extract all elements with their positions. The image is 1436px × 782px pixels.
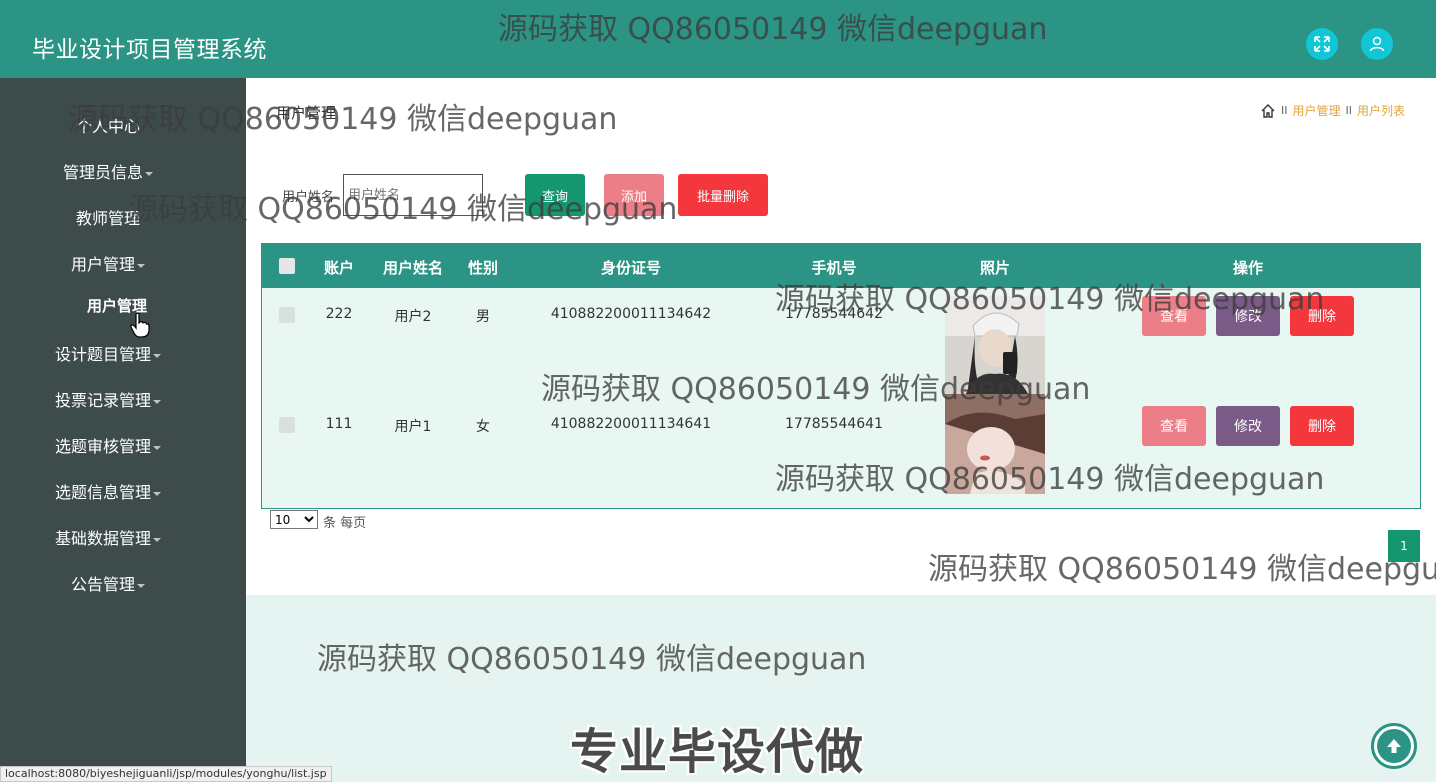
table-header: 账户 用户姓名 性别 身份证号 手机号 照片 操作 bbox=[262, 244, 1420, 288]
select-all-checkbox[interactable] bbox=[279, 258, 295, 274]
sidebar: 个人中心 管理员信息 教师管理 用户管理 用户管理 设计题目管理 投票记录管理 … bbox=[0, 78, 246, 782]
fullscreen-icon[interactable] bbox=[1306, 28, 1338, 60]
sidebar-item-user[interactable]: 用户管理 bbox=[0, 251, 216, 275]
query-button[interactable]: 查询 bbox=[525, 174, 585, 216]
row-checkbox[interactable] bbox=[279, 307, 295, 323]
sidebar-item-vote[interactable]: 投票记录管理 bbox=[0, 387, 216, 411]
hand-cursor-icon bbox=[130, 312, 150, 338]
breadcrumb-separator: II bbox=[1345, 104, 1352, 117]
sidebar-item-teacher[interactable]: 教师管理 bbox=[0, 205, 216, 229]
cell-account: 111 bbox=[325, 416, 353, 432]
breadcrumb-separator: II bbox=[1280, 104, 1288, 117]
breadcrumb-user-manage[interactable]: 用户管理 bbox=[1292, 102, 1340, 119]
page-size-select[interactable]: 10 bbox=[270, 510, 318, 529]
home-icon[interactable] bbox=[1260, 103, 1276, 119]
sidebar-subitem-user-manage[interactable]: 用户管理 bbox=[0, 295, 234, 316]
breadcrumb-user-list[interactable]: 用户列表 bbox=[1357, 102, 1405, 119]
breadcrumb: II 用户管理 II 用户列表 bbox=[1260, 102, 1405, 119]
col-account: 账户 bbox=[323, 259, 355, 277]
batch-delete-button[interactable]: 批量删除 bbox=[678, 174, 768, 216]
cell-account: 222 bbox=[325, 306, 353, 322]
cell-name: 用户1 bbox=[394, 419, 432, 435]
search-label: 用户姓名 bbox=[282, 190, 335, 205]
view-button[interactable]: 查看 bbox=[1142, 296, 1206, 336]
caret-down-icon bbox=[153, 353, 161, 358]
scroll-top-button[interactable] bbox=[1371, 723, 1417, 769]
caret-down-icon bbox=[153, 491, 161, 496]
view-button[interactable]: 查看 bbox=[1142, 406, 1206, 446]
delete-button[interactable]: 删除 bbox=[1290, 406, 1354, 446]
cell-phone: 17785544641 bbox=[785, 416, 883, 432]
watermark-banner: 专业毕设代做 bbox=[570, 724, 865, 780]
edit-button[interactable]: 修改 bbox=[1216, 296, 1280, 336]
sidebar-item-review[interactable]: 选题审核管理 bbox=[0, 433, 216, 457]
per-page-label: 条 每页 bbox=[323, 516, 367, 531]
delete-button[interactable]: 删除 bbox=[1290, 296, 1354, 336]
col-photo: 照片 bbox=[979, 259, 1011, 277]
sidebar-item-topic[interactable]: 设计题目管理 bbox=[0, 341, 216, 365]
row-checkbox[interactable] bbox=[279, 417, 295, 433]
edit-button[interactable]: 修改 bbox=[1216, 406, 1280, 446]
page-title: 用户管理 bbox=[276, 104, 337, 122]
col-actions: 操作 bbox=[1232, 259, 1264, 277]
main-panel: 用户管理 II 用户管理 II 用户列表 用户姓名 查询 添加 批量删除 账户 … bbox=[246, 78, 1436, 595]
cell-name: 用户2 bbox=[394, 309, 432, 325]
col-phone: 手机号 bbox=[811, 259, 857, 277]
watermark-text: 源码获取 QQ86050149 微信deepguan bbox=[317, 642, 867, 677]
top-navbar: 毕业设计项目管理系统 bbox=[0, 0, 1436, 78]
cell-id-card: 410882200011134641 bbox=[550, 416, 712, 432]
col-gender: 性别 bbox=[467, 259, 499, 277]
search-input[interactable] bbox=[343, 174, 483, 216]
sidebar-item-admin-info[interactable]: 管理员信息 bbox=[0, 159, 216, 183]
cell-gender: 女 bbox=[476, 419, 490, 435]
sidebar-item-notice[interactable]: 公告管理 bbox=[0, 571, 216, 595]
table-row: 222 用户2 男 410882200011134642 17785544642… bbox=[262, 288, 1420, 398]
caret-down-icon bbox=[137, 263, 145, 268]
sidebar-item-selection[interactable]: 选题信息管理 bbox=[0, 479, 216, 503]
caret-down-icon bbox=[153, 537, 161, 542]
page-button-current[interactable]: 1 bbox=[1388, 530, 1420, 562]
cell-id-card: 410882200011134642 bbox=[550, 306, 712, 322]
cell-gender: 男 bbox=[476, 309, 490, 325]
add-button[interactable]: 添加 bbox=[604, 174, 664, 216]
caret-down-icon bbox=[153, 445, 161, 450]
cell-phone: 17785544642 bbox=[785, 306, 883, 322]
app-title: 毕业设计项目管理系统 bbox=[32, 37, 267, 63]
user-icon[interactable] bbox=[1361, 28, 1393, 60]
caret-down-icon bbox=[145, 171, 153, 176]
caret-down-icon bbox=[137, 583, 145, 588]
sidebar-item-basic-data[interactable]: 基础数据管理 bbox=[0, 525, 216, 549]
arrow-up-icon bbox=[1377, 729, 1411, 763]
user-table: 账户 用户姓名 性别 身份证号 手机号 照片 操作 222 用户2 男 4108… bbox=[261, 243, 1421, 509]
caret-down-icon bbox=[153, 399, 161, 404]
col-name: 用户姓名 bbox=[382, 259, 444, 277]
sidebar-item-personal-center[interactable]: 个人中心 bbox=[0, 113, 216, 137]
table-row: 111 用户1 女 410882200011134641 17785544641… bbox=[262, 394, 1420, 508]
photo-user2 bbox=[945, 296, 1045, 396]
col-id-card: 身份证号 bbox=[600, 259, 662, 277]
browser-status-bar: localhost:8080/biyeshejiguanli/jsp/modul… bbox=[0, 766, 332, 782]
photo-user1 bbox=[945, 394, 1045, 494]
